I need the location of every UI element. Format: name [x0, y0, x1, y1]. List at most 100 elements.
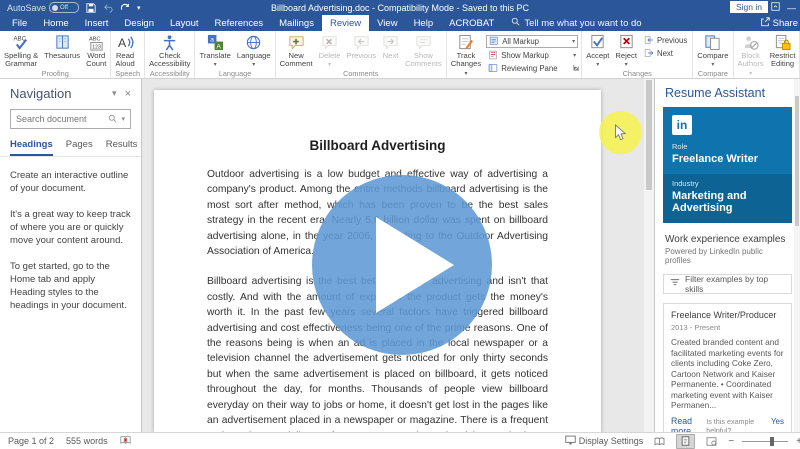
tell-me-box[interactable]: Tell me what you want to do [502, 15, 650, 31]
track-changes-button[interactable]: TrackChanges▾ [448, 32, 484, 77]
panel-scrollbar[interactable] [794, 78, 800, 433]
markup-mode-dropdown[interactable]: All Markup▾ [486, 35, 578, 48]
industry-value[interactable]: Marketing and Advertising [672, 190, 783, 214]
industry-label: Industry [672, 179, 783, 188]
proofing-status-icon[interactable] [120, 435, 131, 447]
translate-button[interactable]: aATranslate▾ [196, 32, 233, 69]
nav-paragraph: Create an interactive outline of your do… [10, 169, 131, 195]
accept-button[interactable]: Accept▾ [583, 32, 612, 69]
nav-tab-headings[interactable]: Headings [10, 139, 53, 156]
word-count-button[interactable]: ABC123WordCount [83, 32, 109, 69]
cursor-highlight [599, 111, 642, 154]
nav-tab-pages[interactable]: Pages [66, 139, 93, 156]
new-comment-button[interactable]: NewComment [277, 32, 316, 69]
thesaurus-button[interactable]: Thesaurus [41, 32, 83, 60]
ribbon-group-tracking: TrackChanges▾All Markup▾ Show Markup▾ Revi… [447, 31, 582, 78]
compare-button[interactable]: Compare▾ [694, 32, 731, 69]
tab-view[interactable]: View [369, 15, 405, 31]
sign-in-button[interactable]: Sign in [730, 1, 768, 13]
web-layout-button[interactable] [703, 435, 720, 448]
scrollbar-thumb[interactable] [646, 80, 652, 190]
nav-paragraph: To get started, go to the Home tab and a… [10, 260, 131, 312]
restrict-editing-button[interactable]: RestrictEditing [767, 32, 799, 69]
quick-access-toolbar: AutoSave Off ▾ [0, 2, 141, 13]
search-icon[interactable] [108, 114, 117, 125]
ribbon-group-label: Protect [735, 77, 799, 79]
powered-by-label: Powered by LinkedIn public profiles [655, 247, 800, 274]
undo-icon[interactable] [103, 3, 113, 13]
show-markup-dropdown[interactable]: Show Markup▾ [486, 50, 578, 61]
tab-insert[interactable]: Insert [77, 15, 117, 31]
zoom-in-icon[interactable]: + [796, 436, 800, 447]
customize-qat-icon[interactable]: ▾ [137, 4, 141, 12]
minimize-icon[interactable]: — [787, 3, 796, 13]
tab-references[interactable]: References [207, 15, 272, 31]
redo-icon[interactable] [120, 3, 130, 13]
check-accessibility-button[interactable]: CheckAccessibility [146, 32, 193, 69]
language-button[interactable]: Language▾ [234, 32, 274, 69]
tab-file[interactable]: File [4, 15, 35, 31]
autosave-label: AutoSave [7, 3, 46, 13]
autosave-switch[interactable]: Off [49, 2, 79, 13]
filter-icon [670, 278, 680, 290]
helpful-yes-link[interactable]: Yes [771, 417, 784, 426]
zoom-slider-knob[interactable] [770, 437, 774, 446]
card-dates: 2013 - Present [671, 323, 784, 332]
filter-examples-button[interactable]: Filter examples by top skills [663, 274, 792, 294]
read-more-link[interactable]: Read more [671, 416, 706, 434]
read-mode-button[interactable] [651, 435, 668, 448]
share-button[interactable]: Share [760, 15, 798, 31]
document-scrollbar[interactable] [644, 78, 654, 433]
ribbon-display-options-icon[interactable] [771, 2, 780, 13]
ribbon-group-label: Accessibility [146, 69, 193, 79]
ribbon-group-comments: NewCommentDelete▾PreviousNextShowComment… [276, 31, 447, 78]
spelling-grammar-button[interactable]: ABCSpelling &Grammar [1, 32, 41, 69]
next-change-button[interactable]: Next [642, 48, 689, 59]
print-layout-button[interactable] [676, 434, 695, 449]
card-title: Freelance Writer/Producer [671, 310, 784, 320]
ribbon-group-label: Compare [694, 69, 731, 79]
tab-review[interactable]: Review [322, 15, 369, 31]
read-aloud-icon: A [117, 34, 134, 52]
ribbon: ABCSpelling &GrammarThesaurusABC123WordC… [0, 31, 800, 79]
title-bar: AutoSave Off ▾ Billboard Advertising.doc… [0, 0, 800, 15]
zoom-slider[interactable] [742, 441, 788, 442]
ribbon-tab-strip: FileHomeInsertDesignLayoutReferencesMail… [0, 15, 800, 31]
autosave-toggle[interactable]: AutoSave Off [7, 2, 79, 13]
delete-comment-button: Delete▾ [316, 32, 344, 69]
previous-change-button[interactable]: Previous [642, 35, 689, 46]
helpful-question: Is this example helpful? [706, 417, 767, 434]
work-experience-heading: Work experience examples [655, 223, 800, 247]
search-options-chevron-down-icon[interactable]: ▾ [121, 115, 125, 123]
svg-text:123: 123 [92, 45, 101, 51]
tab-mailings[interactable]: Mailings [271, 15, 322, 31]
previous-comment-button: Previous [344, 32, 380, 60]
reject-icon [618, 34, 635, 52]
search-document-input[interactable]: Search document ▾ [10, 109, 131, 129]
check-accessibility-icon [161, 34, 178, 52]
nav-paragraph: It's a great way to keep track of where … [10, 208, 131, 247]
tab-layout[interactable]: Layout [162, 15, 207, 31]
reject-button[interactable]: Reject▾ [612, 32, 640, 69]
tab-acrobat[interactable]: ACROBAT [441, 15, 502, 31]
navigation-pane-title: Navigation [10, 86, 71, 101]
tab-home[interactable]: Home [35, 15, 76, 31]
read-aloud-button[interactable]: AReadAloud [112, 32, 137, 69]
nav-tab-results[interactable]: Results [106, 139, 138, 156]
word-count-status[interactable]: 555 words [66, 436, 108, 446]
save-icon[interactable] [86, 3, 96, 13]
dialog-launcher-icon[interactable] [573, 58, 580, 76]
pane-close-icon[interactable]: × [125, 88, 131, 100]
display-settings-button[interactable]: Display Settings [565, 435, 644, 447]
video-play-button[interactable] [312, 175, 492, 355]
autosave-knob [52, 5, 58, 11]
mouse-pointer-icon [614, 124, 627, 142]
tab-design[interactable]: Design [116, 15, 162, 31]
reviewing-pane-dropdown[interactable]: Reviewing Pane▾ [486, 63, 578, 74]
zoom-out-icon[interactable]: − [728, 436, 734, 447]
tab-help[interactable]: Help [406, 15, 442, 31]
pane-options-chevron-down-icon[interactable]: ▾ [112, 88, 117, 99]
role-value[interactable]: Freelance Writer [672, 153, 783, 165]
page-count-status[interactable]: Page 1 of 2 [8, 436, 54, 446]
tell-me-label: Tell me what you want to do [524, 18, 641, 29]
